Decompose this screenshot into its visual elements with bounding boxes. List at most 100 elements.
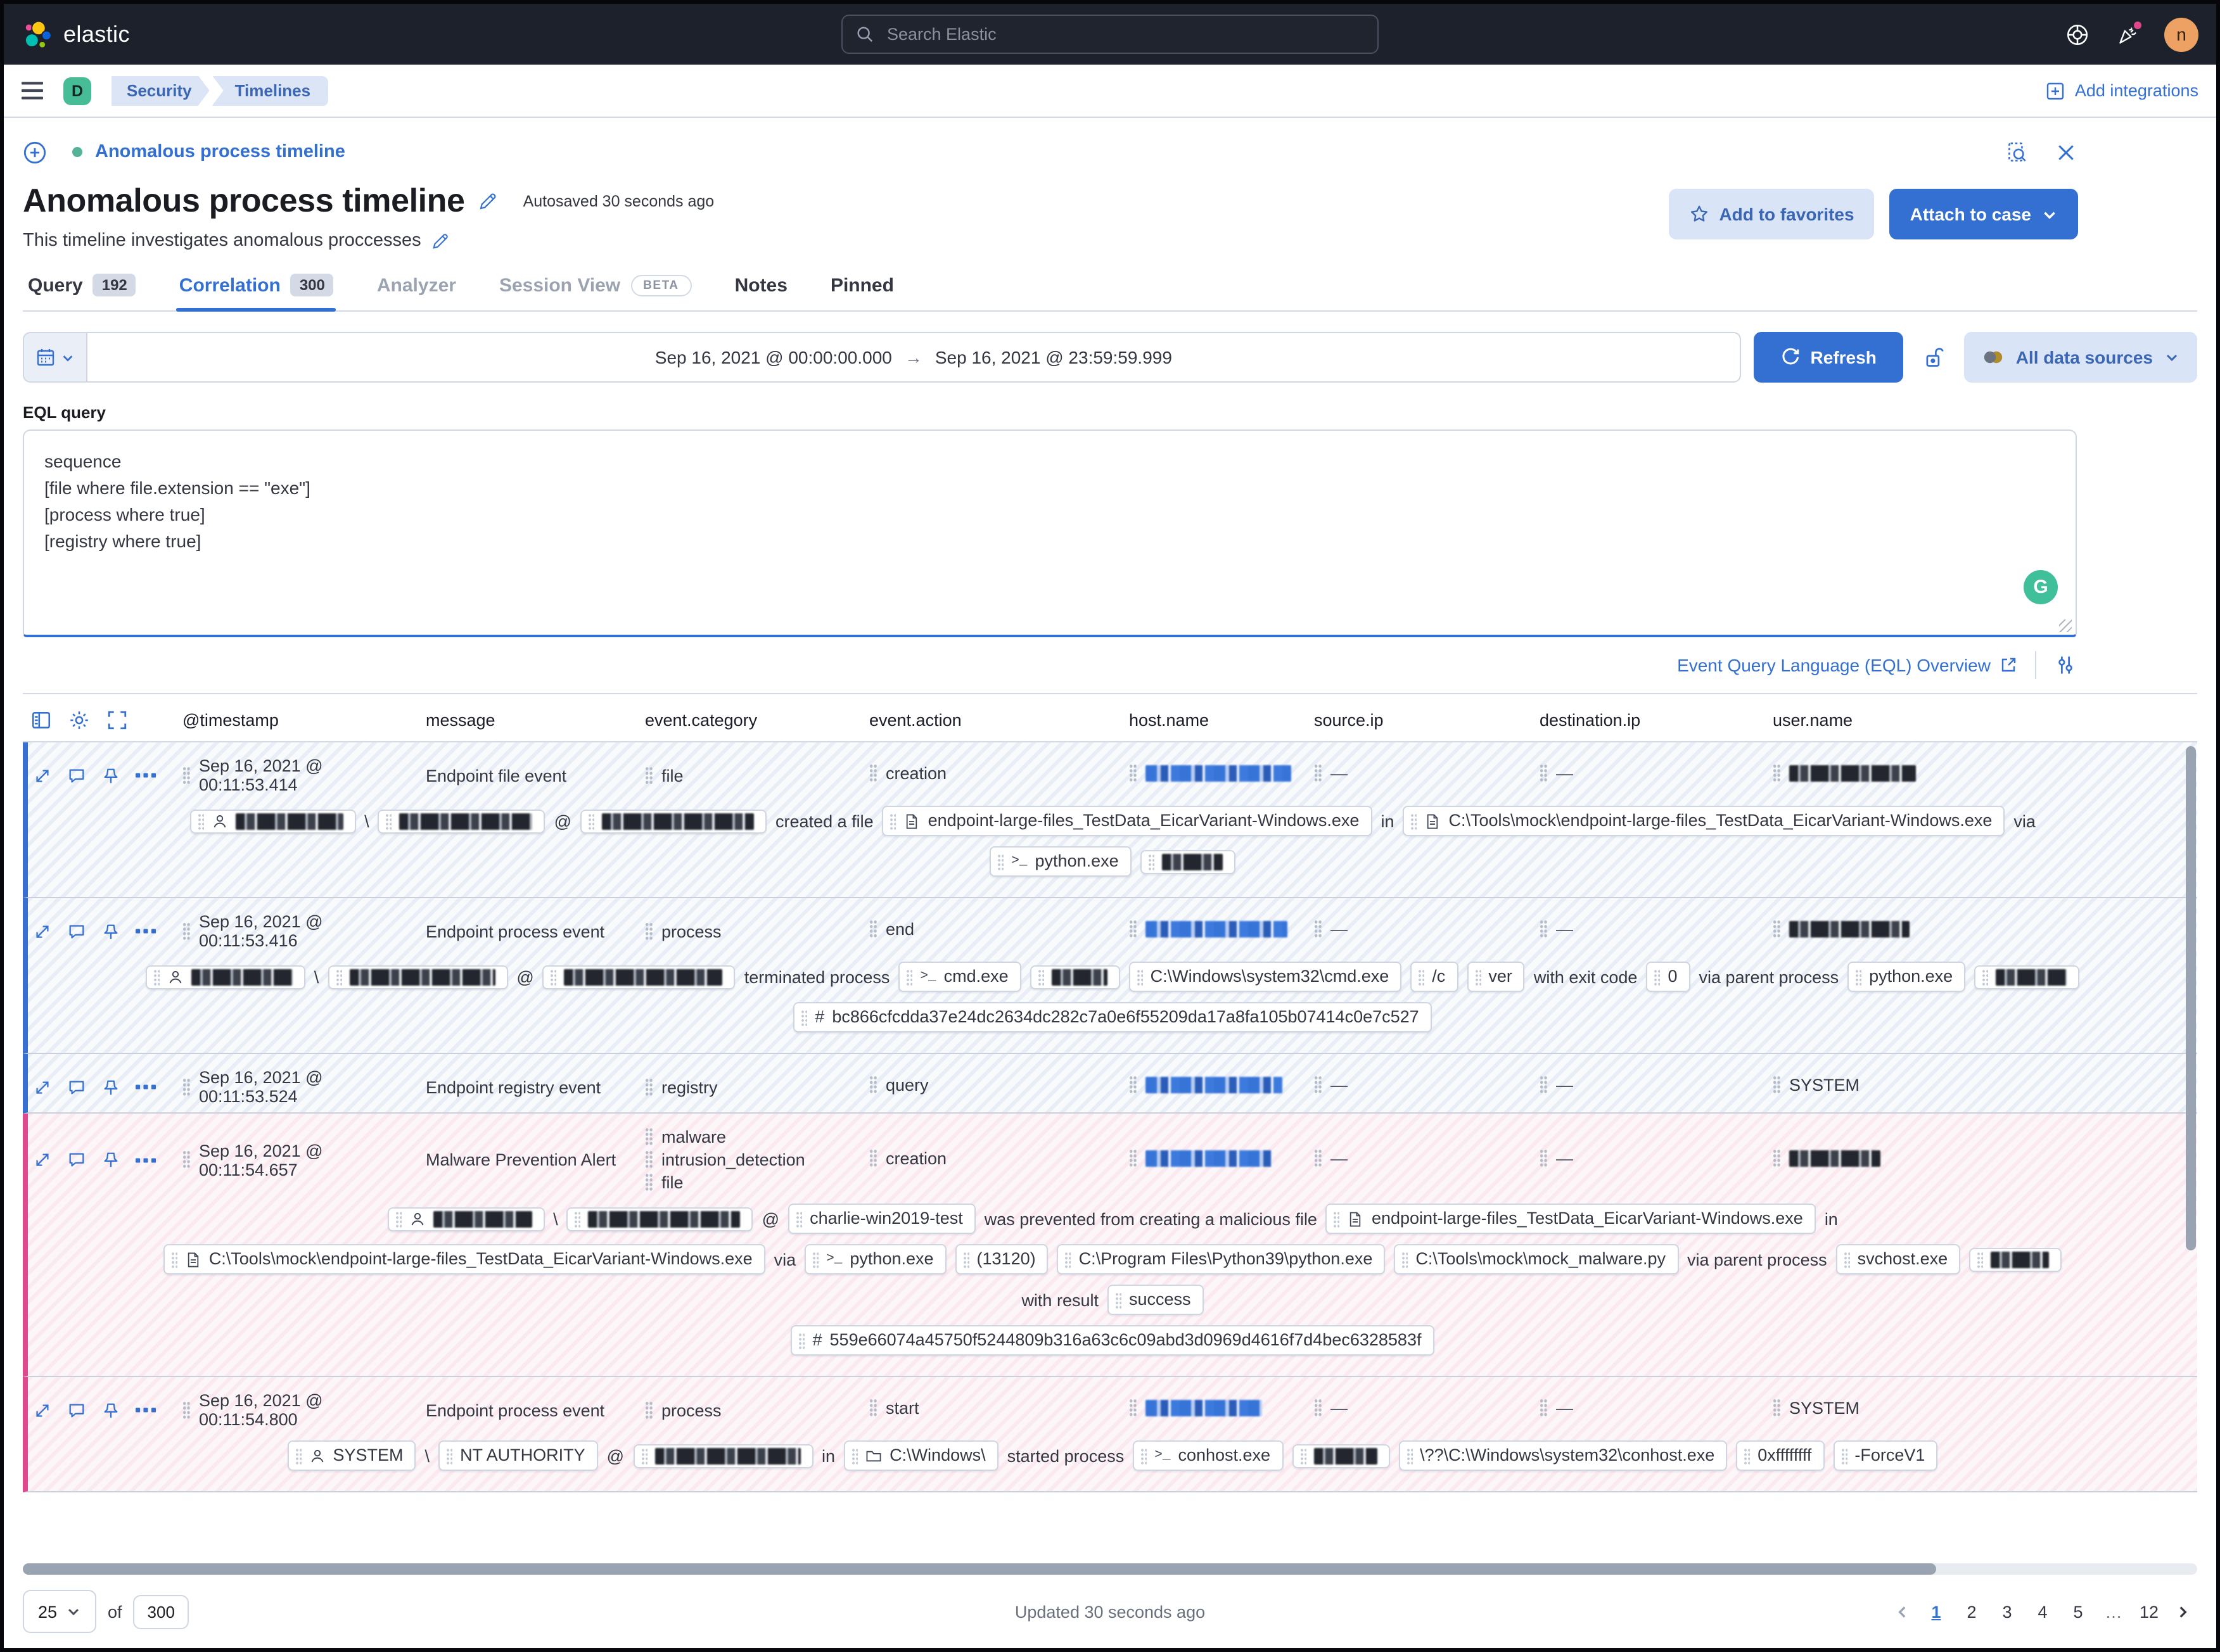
page-5[interactable]: 5 — [2062, 1595, 2095, 1628]
field-value-chip[interactable]: success — [1107, 1285, 1204, 1315]
add-integrations-button[interactable]: Add integrations — [2046, 80, 2198, 101]
drag-handle-icon[interactable] — [869, 764, 877, 783]
drag-handle-icon[interactable] — [1129, 1399, 1137, 1418]
column-header-source-ip[interactable]: source.ip — [1314, 711, 1540, 730]
field-value-chip[interactable]: >_ python.exe — [805, 1244, 947, 1274]
eql-query-editor[interactable]: sequence [file where file.extension == "… — [23, 429, 2077, 637]
event-action-value[interactable]: creation — [869, 1148, 947, 1167]
timestamp-value[interactable]: Sep 16, 2021 @ 00:11:53.414 — [182, 756, 426, 794]
field-value-chip[interactable]: # bc866cfcdda37e24dc2634dc282c7a0e6f55209… — [793, 1002, 1432, 1032]
more-actions-icon[interactable] — [136, 1082, 156, 1092]
expand-event-icon[interactable] — [33, 1077, 52, 1096]
field-value-chip[interactable]: C:\Windows\system32\cmd.exe — [1128, 962, 1402, 992]
drag-handle-icon[interactable] — [1129, 764, 1137, 783]
redacted-value-chip[interactable] — [580, 809, 767, 833]
event-category-value[interactable]: malware — [645, 1128, 869, 1147]
field-value-chip[interactable]: endpoint-large-files_TestData_EicarVaria… — [882, 806, 1372, 836]
page-12[interactable]: 12 — [2133, 1595, 2166, 1628]
drag-handle-icon[interactable] — [1540, 920, 1547, 939]
drag-handle-icon[interactable] — [182, 1150, 190, 1169]
edit-title-icon[interactable] — [478, 191, 498, 211]
page-1[interactable]: 1 — [1920, 1595, 1953, 1628]
add-note-icon[interactable] — [67, 1150, 86, 1169]
event-action-value[interactable]: start — [869, 1399, 919, 1418]
expand-event-icon[interactable] — [33, 1150, 52, 1169]
host-name-value[interactable] — [1129, 1399, 1262, 1418]
pin-event-icon[interactable] — [101, 1077, 120, 1096]
source-ip-value[interactable]: — — [1314, 920, 1348, 939]
user-name-value[interactable] — [1773, 1148, 1880, 1167]
field-value-chip[interactable]: C:\Tools\mock\endpoint-large-files_TestD… — [163, 1244, 765, 1274]
drag-handle-icon[interactable] — [645, 922, 653, 941]
drag-handle-icon[interactable] — [1540, 1399, 1547, 1418]
message-value[interactable]: Endpoint file event — [426, 766, 566, 785]
event-category-value[interactable]: process — [645, 922, 869, 941]
event-category-value[interactable]: file — [645, 1173, 869, 1192]
destination-ip-value[interactable]: — — [1540, 1399, 1573, 1418]
source-ip-value[interactable]: — — [1314, 1076, 1348, 1095]
drag-handle-icon[interactable] — [1314, 1399, 1322, 1418]
pin-event-icon[interactable] — [101, 766, 120, 785]
expand-event-icon[interactable] — [33, 1401, 52, 1420]
space-avatar[interactable]: D — [63, 77, 91, 105]
inspect-icon[interactable] — [2005, 140, 2029, 164]
more-actions-icon[interactable] — [136, 1155, 156, 1165]
eql-settings-icon[interactable] — [2054, 654, 2077, 677]
more-actions-icon[interactable] — [136, 1405, 156, 1415]
date-picker-menu-button[interactable] — [24, 333, 87, 381]
add-note-icon[interactable] — [67, 766, 86, 785]
drag-handle-icon[interactable] — [645, 1077, 653, 1096]
redacted-value-chip[interactable] — [542, 965, 736, 989]
field-value-chip[interactable]: 0xffffffff — [1736, 1440, 1825, 1471]
drag-handle-icon[interactable] — [1314, 764, 1322, 783]
page-2[interactable]: 2 — [1955, 1595, 1988, 1628]
user-name-value[interactable] — [1773, 920, 1910, 939]
horizontal-scrollbar[interactable] — [23, 1563, 1937, 1575]
drag-handle-icon[interactable] — [182, 766, 190, 785]
redacted-value-chip[interactable] — [633, 1444, 813, 1468]
column-header-event-action[interactable]: event.action — [869, 711, 1129, 730]
event-action-value[interactable]: creation — [869, 764, 947, 783]
pin-event-icon[interactable] — [101, 922, 120, 941]
drag-handle-icon[interactable] — [1773, 920, 1780, 939]
event-action-value[interactable]: end — [869, 920, 914, 939]
event-action-value[interactable]: query — [869, 1076, 929, 1095]
field-value-chip[interactable]: C:\Windows\ — [844, 1440, 998, 1471]
field-value-chip[interactable]: endpoint-large-files_TestData_EicarVaria… — [1325, 1204, 1816, 1234]
column-header-host-name[interactable]: host.name — [1129, 711, 1314, 730]
redacted-value-chip[interactable] — [328, 965, 508, 989]
timestamp-value[interactable]: Sep 16, 2021 @ 00:11:53.416 — [182, 912, 426, 950]
user-name-value[interactable]: SYSTEM — [1773, 1399, 1860, 1418]
message-value[interactable]: Endpoint process event — [426, 922, 604, 941]
redacted-value-chip[interactable] — [1974, 965, 2080, 989]
drag-handle-icon[interactable] — [645, 1401, 653, 1420]
field-value-chip[interactable]: \??\C:\Windows\system32\conhost.exe — [1398, 1440, 1728, 1471]
redacted-value-chip[interactable] — [1969, 1247, 2062, 1271]
field-value-chip[interactable]: ver — [1467, 962, 1525, 992]
destination-ip-value[interactable]: — — [1540, 1076, 1573, 1095]
expand-event-icon[interactable] — [33, 922, 52, 941]
tab-notes[interactable]: Notes — [732, 267, 790, 310]
drag-handle-icon[interactable] — [1314, 1076, 1322, 1095]
field-value-chip[interactable]: >_ cmd.exe — [898, 962, 1021, 992]
help-icon[interactable] — [2065, 22, 2089, 46]
user-name-value[interactable] — [1773, 764, 1916, 783]
message-value[interactable]: Endpoint process event — [426, 1401, 604, 1420]
field-value-chip[interactable]: 0 — [1646, 962, 1690, 992]
column-header-timestamp[interactable]: @timestamp — [182, 711, 426, 730]
field-value-chip[interactable]: SYSTEM — [287, 1440, 416, 1471]
more-actions-icon[interactable] — [136, 926, 156, 936]
field-value-chip[interactable]: (13120) — [955, 1244, 1049, 1274]
menu-icon[interactable] — [22, 81, 43, 100]
event-category-value[interactable]: intrusion_detection — [645, 1150, 869, 1169]
newsfeed-icon[interactable] — [2115, 18, 2144, 46]
field-value-chip[interactable]: >_ conhost.exe — [1133, 1440, 1284, 1471]
field-value-chip[interactable]: C:\Tools\mock\endpoint-large-files_TestD… — [1403, 806, 2005, 836]
redacted-value-chip[interactable] — [1140, 849, 1235, 874]
page-size-select[interactable]: 25 — [23, 1590, 96, 1633]
destination-ip-value[interactable]: — — [1540, 1148, 1573, 1167]
add-to-favorites-button[interactable]: Add to favorites — [1668, 189, 1875, 239]
drag-handle-icon[interactable] — [869, 1076, 877, 1095]
redacted-value-chip[interactable] — [378, 809, 545, 833]
edit-description-icon[interactable] — [431, 231, 450, 250]
